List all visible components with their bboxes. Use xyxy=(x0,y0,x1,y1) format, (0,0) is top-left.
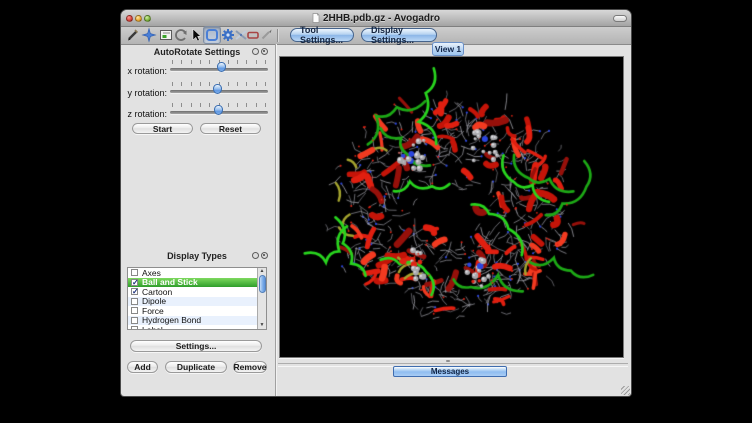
messages-bar[interactable]: Messages xyxy=(393,366,507,377)
display-type-checkbox[interactable] xyxy=(131,326,138,330)
splitter-handle[interactable] xyxy=(446,360,450,362)
window-title: 2HHB.pdb.gz - Avogadro xyxy=(312,13,440,24)
display-type-row[interactable]: Force xyxy=(128,306,257,316)
zoom-window-button[interactable] xyxy=(144,15,151,22)
selection-tool-button[interactable] xyxy=(188,27,204,43)
display-type-checkbox[interactable] xyxy=(131,269,138,276)
display-types-list[interactable]: Axes ✓ Ball and Stick ✓ CartoonDipoleForceHy… xyxy=(127,267,267,330)
panel-float-button[interactable] xyxy=(252,252,259,259)
display-type-checkbox[interactable]: ✓ xyxy=(131,288,138,295)
toolbar: Tool Settings... Display Settings... xyxy=(121,27,631,45)
draw-tool-button[interactable] xyxy=(125,27,141,43)
y-rotation-row: y rotation: xyxy=(123,81,271,99)
y-rotation-slider[interactable] xyxy=(170,81,268,99)
display-type-row[interactable]: Axes xyxy=(128,268,257,278)
cursor-arrow-icon xyxy=(188,27,204,43)
start-button[interactable]: Start xyxy=(132,123,193,134)
display-type-row[interactable]: ✓ Cartoon xyxy=(128,287,257,297)
y-rotation-label: y rotation: xyxy=(123,88,167,98)
display-type-checkbox[interactable] xyxy=(131,307,138,314)
scrollbar-thumb[interactable] xyxy=(259,275,266,293)
display-settings-button[interactable]: Display Settings... xyxy=(361,28,437,42)
autorotate-panel-title: AutoRotate Settings xyxy=(137,47,257,57)
manipulate-tool-button[interactable] xyxy=(173,27,189,43)
display-type-checkbox[interactable] xyxy=(131,317,138,324)
display-types-panel-title: Display Types xyxy=(137,251,257,261)
avogadro-window: 2HHB.pdb.gz - Avogadro xyxy=(121,10,631,396)
x-rotation-label: x rotation: xyxy=(123,66,167,76)
display-type-row[interactable]: Hydrogen Bond xyxy=(128,316,257,326)
z-rotation-label: z rotation: xyxy=(123,109,167,119)
resize-grip[interactable] xyxy=(621,386,630,395)
display-type-label: Ball and Stick xyxy=(142,277,198,287)
slider-thumb[interactable] xyxy=(217,62,226,72)
document-icon xyxy=(312,13,320,23)
add-button[interactable]: Add xyxy=(127,361,158,373)
display-type-checkbox[interactable] xyxy=(131,298,138,305)
panel-float-button[interactable] xyxy=(252,48,259,55)
panel-close-button[interactable] xyxy=(261,252,268,259)
toolbar-separator xyxy=(277,29,278,42)
auto-rotate-tool-button[interactable] xyxy=(204,27,220,43)
bond-centric-tool-button[interactable] xyxy=(158,27,174,43)
navigate-star-icon xyxy=(141,27,157,43)
slider-thumb[interactable] xyxy=(214,105,223,115)
insert-fragment-tool-button[interactable] xyxy=(258,27,274,43)
x-rotation-slider[interactable] xyxy=(170,59,268,77)
pencil-icon xyxy=(125,27,141,43)
display-type-checkbox[interactable]: ✓ xyxy=(131,279,138,286)
display-types-rows: Axes ✓ Ball and Stick ✓ CartoonDipoleForceHy… xyxy=(128,268,257,329)
display-type-label: Dipole xyxy=(142,296,166,306)
panel-close-button[interactable] xyxy=(261,48,268,55)
display-type-label: Axes xyxy=(142,268,161,278)
brush-icon xyxy=(258,27,274,43)
rotate-hand-icon xyxy=(173,27,189,43)
x-rotation-row: x rotation: xyxy=(123,59,271,77)
minimize-window-button[interactable] xyxy=(135,15,142,22)
toolbar-toggle-lozenge[interactable] xyxy=(613,15,627,22)
duplicate-button[interactable]: Duplicate xyxy=(165,361,227,373)
tool-settings-button[interactable]: Tool Settings... xyxy=(290,28,354,42)
bond-centric-icon xyxy=(158,27,174,43)
display-type-row[interactable]: ✓ Ball and Stick xyxy=(128,278,257,288)
display-type-label: Cartoon xyxy=(142,287,172,297)
close-window-button[interactable] xyxy=(126,15,133,22)
remove-button[interactable]: Remove xyxy=(233,361,267,373)
view-tab[interactable]: View 1 xyxy=(432,42,464,56)
z-rotation-row: z rotation: xyxy=(123,102,271,120)
sidebar-divider[interactable] xyxy=(275,44,276,396)
display-type-label: Label xyxy=(142,325,163,330)
scroll-up-icon[interactable]: ▲ xyxy=(258,268,266,275)
reset-button[interactable]: Reset xyxy=(200,123,261,134)
auto-rotate-icon xyxy=(204,27,220,43)
desktop: { "window": { "title": "2HHB.pdb.gz - Av… xyxy=(0,0,752,423)
display-type-row[interactable]: Label xyxy=(128,325,257,330)
list-scrollbar[interactable]: ▲ ▼ xyxy=(257,268,266,329)
molecule-render[interactable] xyxy=(280,57,623,357)
display-type-label: Force xyxy=(142,306,164,316)
navigate-tool-button[interactable] xyxy=(141,27,157,43)
slider-thumb[interactable] xyxy=(213,84,222,94)
scroll-down-icon[interactable]: ▼ xyxy=(258,322,266,329)
molecule-viewport[interactable] xyxy=(279,56,624,358)
display-type-label: Hydrogen Bond xyxy=(142,315,201,325)
settings-button[interactable]: Settings... xyxy=(130,340,262,352)
display-type-row[interactable]: Dipole xyxy=(128,297,257,307)
z-rotation-slider[interactable] xyxy=(170,102,268,120)
